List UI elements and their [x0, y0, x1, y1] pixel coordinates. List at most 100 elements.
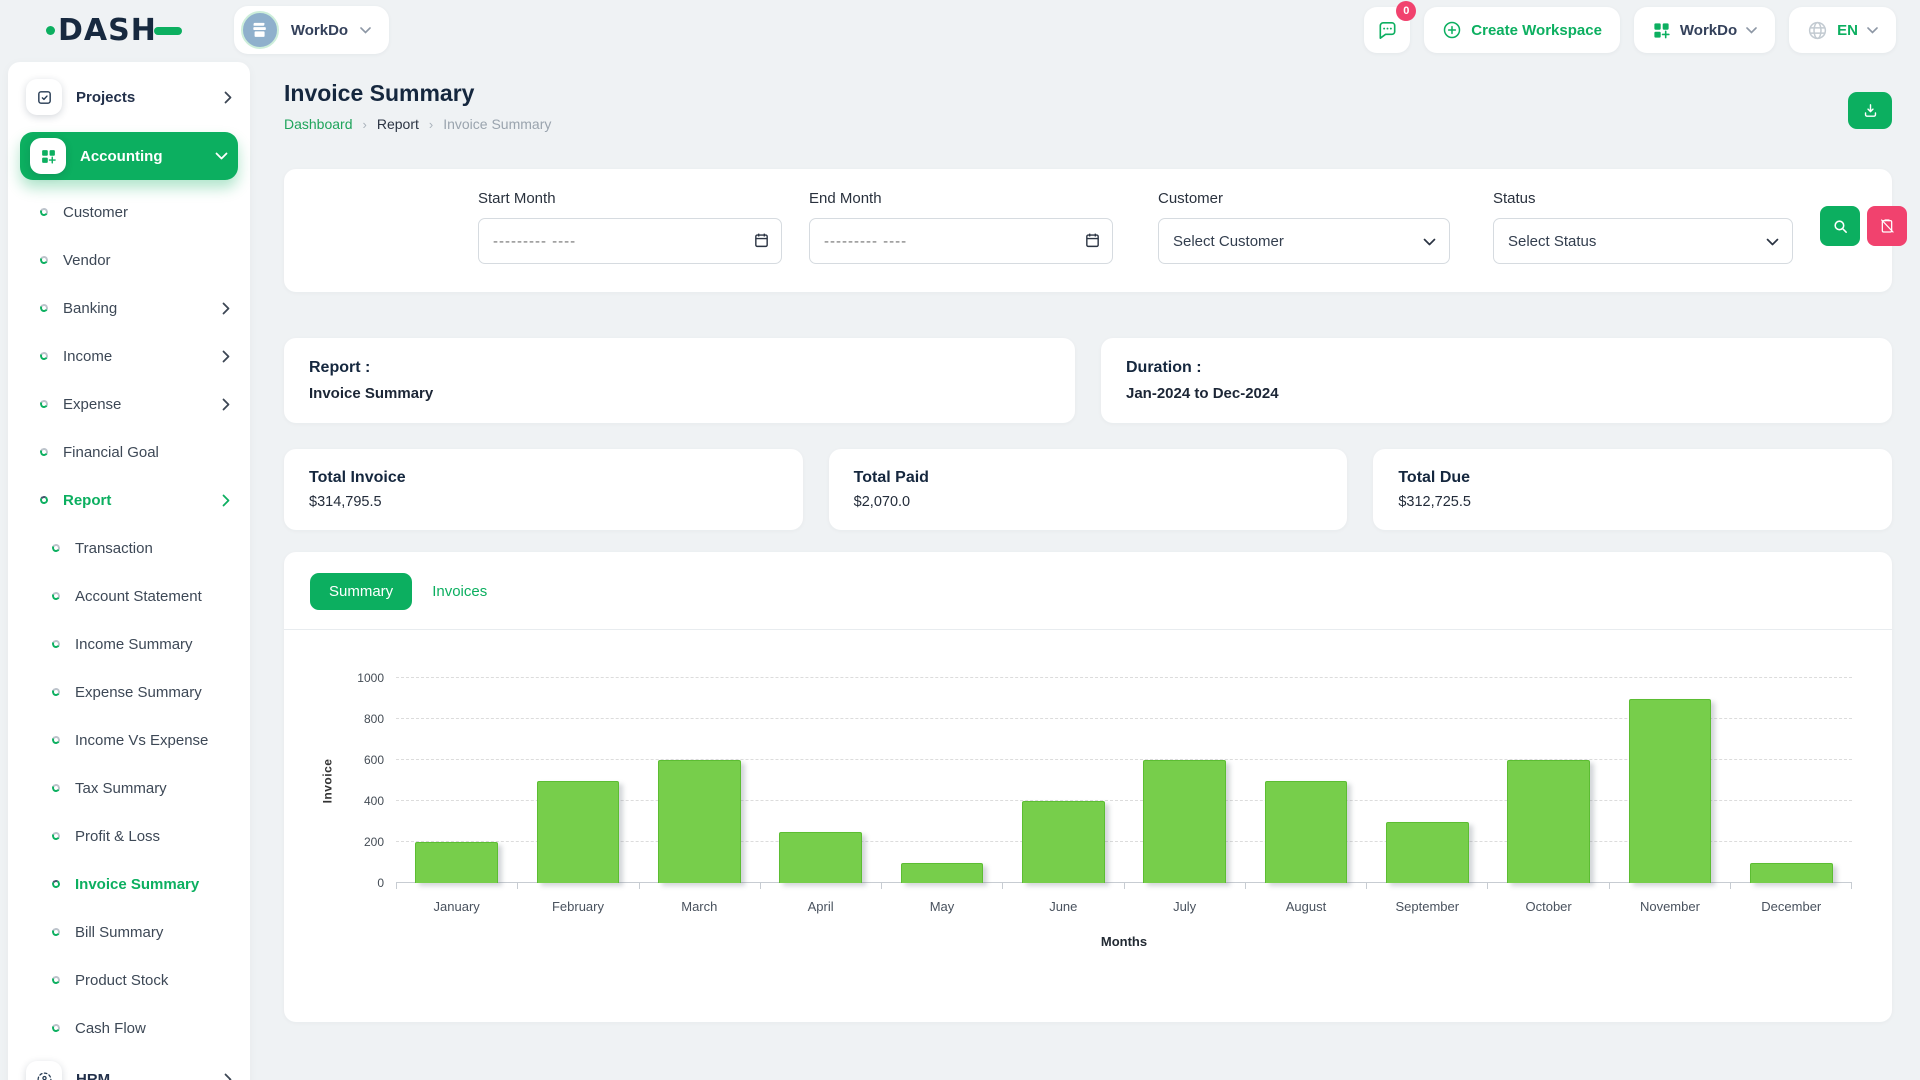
end-month-label: End Month — [809, 190, 1113, 207]
bar-april[interactable] — [779, 832, 862, 883]
sidebar-item-label: Expense Summary — [75, 684, 202, 701]
download-icon — [1862, 102, 1879, 119]
x-tick-label: July — [1124, 889, 1245, 914]
duration-card: Duration : Jan-2024 to Dec-2024 — [1101, 338, 1892, 423]
download-button[interactable] — [1848, 92, 1892, 129]
start-month-field: Start Month — [478, 190, 782, 264]
bullet-icon — [51, 735, 61, 745]
bar-july[interactable] — [1143, 760, 1226, 883]
bullet-icon — [51, 927, 61, 937]
bar-may[interactable] — [901, 863, 984, 884]
total-paid-label: Total Paid — [854, 469, 1323, 487]
breadcrumb-dashboard[interactable]: Dashboard — [284, 116, 353, 132]
x-tick-label: November — [1609, 889, 1730, 914]
sidebar-item-vendor[interactable]: Vendor — [20, 236, 238, 284]
report-value: Invoice Summary — [309, 385, 1050, 402]
logo-text: DASH — [58, 13, 157, 48]
bar-column — [1731, 678, 1852, 883]
sidebar-item-hrm[interactable]: HRM — [20, 1056, 238, 1080]
sidebar-item-tax-summary[interactable]: Tax Summary — [20, 764, 238, 812]
bar-june[interactable] — [1022, 801, 1105, 883]
sidebar-item-label: Account Statement — [75, 588, 202, 605]
clipboard-off-icon — [1879, 218, 1895, 234]
sidebar-item-income-summary[interactable]: Income Summary — [20, 620, 238, 668]
tab-summary[interactable]: Summary — [310, 573, 412, 610]
end-month-input[interactable] — [809, 218, 1113, 264]
bar-december[interactable] — [1750, 863, 1833, 884]
chevron-down-icon — [1746, 27, 1757, 34]
sidebar-item-invoice-summary[interactable]: Invoice Summary — [20, 860, 238, 908]
bar-september[interactable] — [1386, 822, 1469, 884]
x-tick-label: March — [639, 889, 760, 914]
x-tick-label: April — [760, 889, 881, 914]
search-button[interactable] — [1820, 206, 1860, 246]
filter-actions — [1820, 206, 1907, 246]
sidebar-item-banking[interactable]: Banking — [20, 284, 238, 332]
bullet-icon — [51, 639, 61, 649]
bar-column — [1367, 678, 1488, 883]
bar-column — [1124, 678, 1245, 883]
app-logo[interactable]: DASH — [46, 13, 182, 48]
breadcrumb-report[interactable]: Report — [377, 116, 419, 132]
sidebar-item-income[interactable]: Income — [20, 332, 238, 380]
sidebar-item-accounting[interactable]: Accounting — [20, 132, 238, 180]
sidebar-item-bill-summary[interactable]: Bill Summary — [20, 908, 238, 956]
accounting-submenu: CustomerVendorBanking Income Expense Financ… — [20, 188, 238, 1052]
start-month-input[interactable] — [478, 218, 782, 264]
invoice-bar-chart: Invoice 02004006008001000 JanuaryFebruar… — [314, 678, 1852, 949]
bar-february[interactable] — [537, 781, 620, 884]
bar-march[interactable] — [658, 760, 741, 883]
create-workspace-button[interactable]: Create Workspace — [1424, 7, 1620, 53]
report-card: Report : Invoice Summary — [284, 338, 1075, 423]
sidebar-item-expense[interactable]: Expense — [20, 380, 238, 428]
sidebar-item-label: Income — [63, 348, 112, 365]
sidebar-item-projects[interactable]: Projects — [20, 74, 238, 120]
duration-label: Duration : — [1126, 359, 1867, 377]
bar-august[interactable] — [1265, 781, 1348, 884]
bar-january[interactable] — [415, 842, 498, 883]
sidebar-item-financial-goal[interactable]: Financial Goal — [20, 428, 238, 476]
sidebar-item-account-statement[interactable]: Account Statement — [20, 572, 238, 620]
sidebar-item-label: Projects — [76, 89, 135, 106]
x-tick-label: January — [396, 889, 517, 914]
bar-november[interactable] — [1629, 699, 1712, 884]
y-tick-label: 200 — [364, 835, 384, 849]
bullet-icon — [39, 351, 49, 361]
language-selector[interactable]: EN — [1789, 7, 1896, 53]
chevron-right-icon: › — [429, 117, 433, 132]
bullet-icon — [51, 879, 61, 889]
sidebar-item-customer[interactable]: Customer — [20, 188, 238, 236]
main-content: Invoice Summary Dashboard › Report › Inv… — [284, 80, 1892, 1022]
report-submenu: Transaction Account Statement Income Summa… — [20, 524, 238, 1052]
sidebar-item-profit-loss[interactable]: Profit & Loss — [20, 812, 238, 860]
customer-label: Customer — [1158, 190, 1450, 207]
bullet-icon — [39, 399, 49, 409]
sidebar-item-label: HRM — [76, 1071, 110, 1080]
page-title: Invoice Summary — [284, 80, 1892, 107]
total-invoice-value: $314,795.5 — [309, 494, 778, 510]
bar-column — [396, 678, 517, 883]
sidebar-item-expense-summary[interactable]: Expense Summary — [20, 668, 238, 716]
sidebar-item-label: Financial Goal — [63, 444, 159, 461]
bar-column — [1609, 678, 1730, 883]
messages-button[interactable]: 0 — [1364, 7, 1410, 53]
x-tick-label: October — [1488, 889, 1609, 914]
sidebar-item-income-vs-expense[interactable]: Income Vs Expense — [20, 716, 238, 764]
sidebar-item-product-stock[interactable]: Product Stock — [20, 956, 238, 1004]
sidebar-item-label: Product Stock — [75, 972, 168, 989]
workspace-switcher[interactable]: WorkDo — [234, 6, 389, 54]
breadcrumb: Dashboard › Report › Invoice Summary — [284, 116, 1892, 132]
x-labels: JanuaryFebruaryMarchAprilMayJuneJulyAugu… — [396, 889, 1852, 914]
workspace-menu-button[interactable]: WorkDo — [1634, 7, 1775, 53]
status-select[interactable]: Select Status — [1493, 218, 1793, 264]
customer-select[interactable]: Select Customer — [1158, 218, 1450, 264]
sidebar-item-label: Expense — [63, 396, 121, 413]
sidebar-item-cash-flow[interactable]: Cash Flow — [20, 1004, 238, 1052]
bullet-icon — [39, 255, 49, 265]
total-invoice-label: Total Invoice — [309, 469, 778, 487]
bar-october[interactable] — [1507, 760, 1590, 883]
sidebar-item-transaction[interactable]: Transaction — [20, 524, 238, 572]
tab-invoices[interactable]: Invoices — [432, 583, 487, 600]
sidebar-item-report[interactable]: Report — [20, 476, 238, 524]
reset-filter-button[interactable] — [1867, 206, 1907, 246]
